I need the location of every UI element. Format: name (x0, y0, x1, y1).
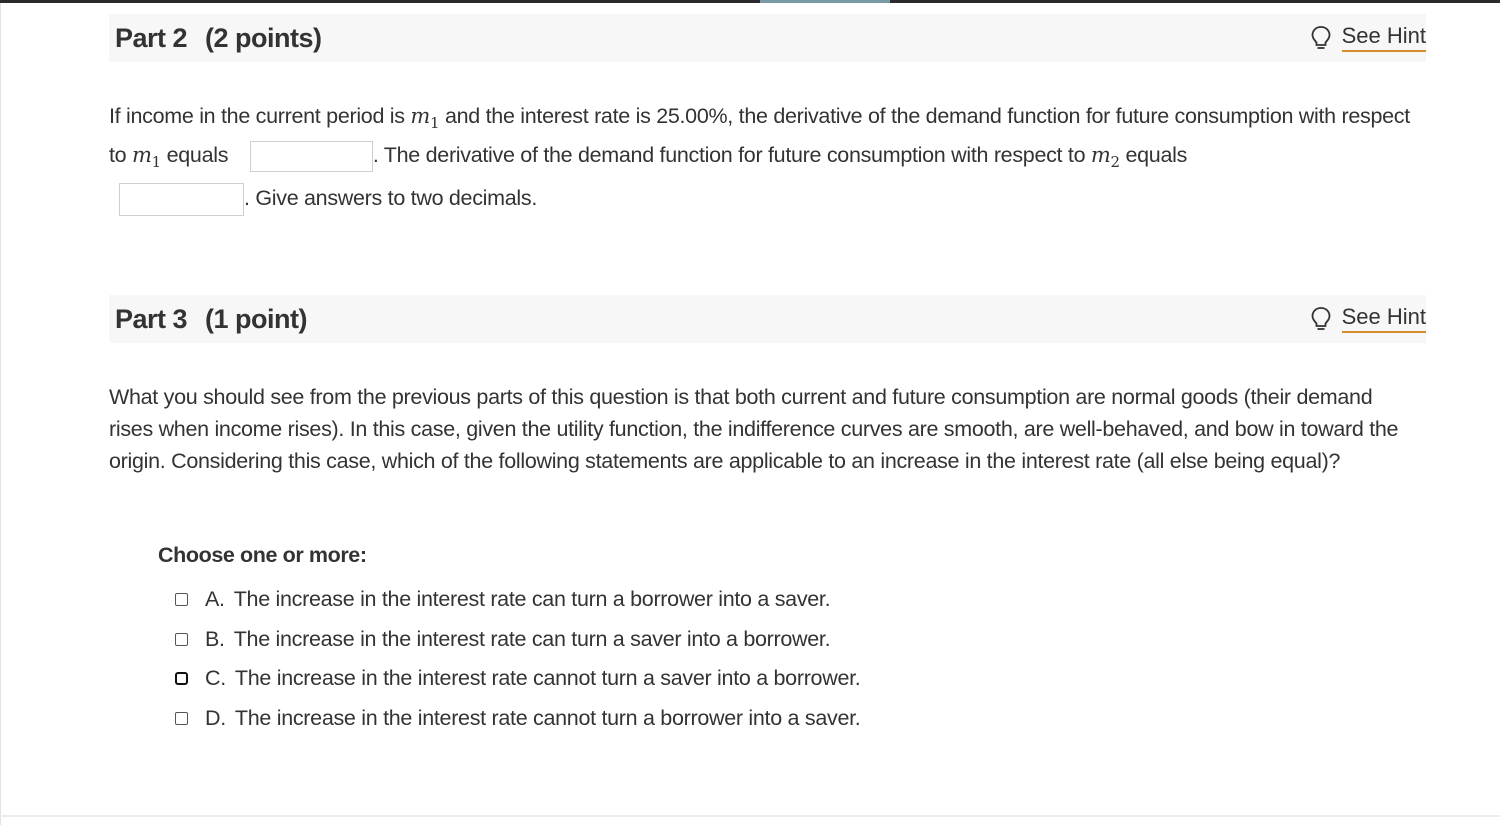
part2-line-3: . Give answers to two decimals. (119, 182, 1429, 217)
choice-d-text: The increase in the interest rate cannot… (234, 705, 861, 730)
choice-a[interactable]: A. The increase in the interest rate can… (175, 584, 831, 614)
choice-b[interactable]: B. The increase in the interest rate can… (175, 624, 831, 654)
part2-see-hint-button[interactable]: See Hint (1310, 22, 1426, 54)
part2-hint-label: See Hint (1341, 24, 1426, 52)
var-m1-letter: m (410, 104, 431, 128)
part3-see-hint-button[interactable]: See Hint (1310, 303, 1426, 335)
answer-input-1[interactable] (249, 141, 373, 173)
part2-title-text: Part 2 (115, 23, 188, 53)
part3-title-text: Part 3 (115, 304, 188, 334)
variable-m2: m2 (1090, 143, 1120, 171)
choice-d[interactable]: D. The increase in the interest rate can… (175, 703, 861, 733)
var-m1-subscript-2: 1 (151, 153, 162, 172)
part2-points: (2 points) (205, 23, 322, 53)
lightbulb-icon (1311, 26, 1331, 49)
part2-question: If income in the current period is m1 an… (109, 100, 1429, 217)
answer-input-2[interactable] (119, 183, 244, 217)
choice-c-text: The increase in the interest rate cannot… (234, 665, 861, 690)
choice-a-text: The increase in the interest rate can tu… (233, 586, 831, 611)
top-bar (0, 0, 1500, 3)
variable-m1: m1 (410, 104, 439, 132)
left-border (0, 3, 1, 825)
var-m2-subscript: 2 (1110, 153, 1121, 172)
part2-text-5: equals (1125, 143, 1188, 168)
checkbox-b[interactable] (175, 632, 188, 646)
var-m1-subscript: 1 (430, 114, 440, 133)
lightbulb-icon (1311, 307, 1331, 330)
part3-question: What you should see from the previous pa… (109, 385, 1399, 473)
bottom-divider (0, 815, 1500, 817)
top-bar-accent (760, 0, 890, 3)
checkbox-a[interactable] (175, 592, 188, 606)
part3-header: Part 3 (1 point) See Hint (109, 295, 1426, 343)
part2-title: Part 2 (2 points) (115, 23, 322, 54)
part3-title: Part 3 (1 point) (115, 304, 308, 335)
part3-hint-label: See Hint (1341, 305, 1426, 333)
choice-c-letter: C. (205, 665, 226, 690)
choose-label: Choose one or more: (158, 543, 367, 567)
choice-b-letter: B. (205, 626, 225, 651)
checkbox-d[interactable] (175, 711, 188, 725)
part2-text-3: equals (166, 143, 229, 168)
choice-c[interactable]: C. The increase in the interest rate can… (175, 663, 861, 693)
part2-header: Part 2 (2 points) See Hint (109, 14, 1426, 62)
part2-text-1: If income in the current period is (109, 104, 405, 128)
checkbox-c[interactable] (175, 671, 188, 685)
var-m2-letter: m (1090, 143, 1111, 168)
var-m1-letter-2: m (132, 143, 152, 168)
part3-points: (1 point) (205, 304, 308, 334)
part2-text-4: . The derivative of the demand function … (372, 143, 1086, 168)
choice-b-text: The increase in the interest rate can tu… (233, 626, 831, 651)
choice-a-letter: A. (205, 586, 225, 611)
choice-d-letter: D. (205, 705, 226, 730)
part2-text-6: . Give answers to two decimals. (244, 186, 538, 211)
variable-m1-again: m1 (132, 143, 161, 171)
